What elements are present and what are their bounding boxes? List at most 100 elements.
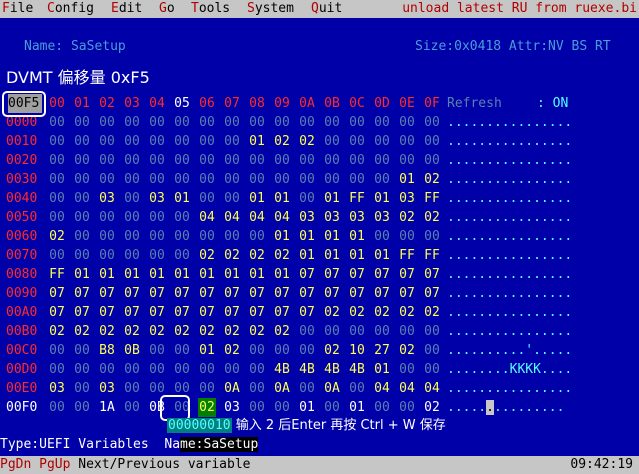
hex-byte[interactable]: 4B (348, 360, 366, 379)
hex-byte[interactable]: 00 (148, 246, 166, 265)
hex-byte[interactable]: B8 (98, 341, 116, 360)
hex-byte[interactable]: 00 (173, 151, 191, 170)
hex-byte[interactable]: 00 (323, 322, 341, 341)
hex-byte[interactable]: 02 (373, 303, 391, 322)
hex-byte[interactable]: 00 (348, 170, 366, 189)
hex-byte[interactable]: 07 (198, 284, 216, 303)
hex-byte[interactable]: 02 (273, 322, 291, 341)
hex-byte[interactable]: 00 (248, 398, 266, 417)
hex-byte[interactable]: 03 (223, 398, 241, 417)
menu-config[interactable]: Config (47, 0, 94, 18)
hex-byte[interactable]: 03 (323, 208, 341, 227)
hex-byte[interactable]: 00 (48, 341, 66, 360)
hex-byte[interactable]: 04 (223, 208, 241, 227)
hex-byte[interactable]: 01 (123, 265, 141, 284)
hex-byte[interactable]: 00 (123, 208, 141, 227)
hex-byte[interactable]: FF (398, 246, 416, 265)
hex-byte[interactable]: 00 (123, 170, 141, 189)
hex-byte[interactable]: 02 (398, 341, 416, 360)
hex-byte[interactable]: 01 (298, 227, 316, 246)
hex-byte[interactable]: 02 (73, 322, 91, 341)
hex-byte[interactable]: 00 (148, 113, 166, 132)
hex-byte[interactable]: 01 (173, 265, 191, 284)
hex-byte[interactable]: 00 (323, 151, 341, 170)
hex-byte[interactable]: 07 (223, 284, 241, 303)
hex-byte[interactable]: 01 (323, 189, 341, 208)
menu-quit[interactable]: Quit (311, 0, 342, 18)
hex-byte[interactable]: 07 (148, 303, 166, 322)
hex-byte[interactable]: 00 (123, 379, 141, 398)
hex-byte[interactable]: 00 (73, 379, 91, 398)
hex-byte[interactable]: 00 (373, 170, 391, 189)
hex-byte[interactable]: 00 (73, 170, 91, 189)
hex-byte[interactable]: 01 (348, 398, 366, 417)
hex-byte[interactable]: 01 (173, 189, 191, 208)
hex-byte[interactable]: 00 (223, 360, 241, 379)
hex-byte[interactable]: 00 (273, 170, 291, 189)
hex-byte[interactable]: 00 (73, 132, 91, 151)
hex-byte[interactable]: 01 (248, 265, 266, 284)
hex-byte[interactable]: 00 (298, 341, 316, 360)
hex-byte[interactable]: 00 (198, 360, 216, 379)
hex-byte[interactable]: 00 (248, 151, 266, 170)
hex-byte[interactable]: 00 (198, 189, 216, 208)
hex-byte[interactable]: 00 (173, 170, 191, 189)
hex-byte[interactable]: 00 (148, 208, 166, 227)
hex-byte[interactable]: 00 (73, 341, 91, 360)
hex-byte[interactable]: 01 (273, 265, 291, 284)
hex-byte[interactable]: 00 (198, 379, 216, 398)
hex-byte[interactable]: 01 (323, 246, 341, 265)
hex-byte[interactable]: 00 (398, 227, 416, 246)
hex-byte[interactable]: 00 (423, 151, 441, 170)
hex-byte[interactable]: 00 (123, 132, 141, 151)
hex-byte[interactable]: 07 (398, 284, 416, 303)
hex-byte[interactable]: 1A (98, 398, 116, 417)
hex-byte[interactable]: 00 (98, 132, 116, 151)
hex-byte[interactable]: 00 (248, 113, 266, 132)
hex-byte[interactable]: 0B (123, 341, 141, 360)
hex-byte[interactable]: 01 (98, 265, 116, 284)
hex-byte[interactable]: 00 (323, 170, 341, 189)
hex-byte[interactable]: 00 (123, 398, 141, 417)
hex-byte[interactable]: 07 (73, 303, 91, 322)
hex-byte[interactable]: 01 (398, 170, 416, 189)
hex-byte[interactable]: 07 (423, 265, 441, 284)
hex-byte[interactable]: 07 (298, 303, 316, 322)
menu-file[interactable]: File (2, 0, 33, 18)
hex-byte[interactable]: 00 (73, 360, 91, 379)
hex-byte[interactable]: 07 (348, 265, 366, 284)
page-keys[interactable]: PgDn PgUp (0, 457, 70, 472)
hex-byte[interactable]: 01 (348, 246, 366, 265)
hex-byte[interactable]: 00 (398, 132, 416, 151)
hex-byte[interactable]: 00 (423, 227, 441, 246)
hex-byte[interactable]: 00 (223, 113, 241, 132)
hex-byte[interactable]: 02 (423, 398, 441, 417)
hex-byte[interactable]: 00 (73, 246, 91, 265)
hex-byte[interactable]: 02 (248, 246, 266, 265)
hex-byte[interactable]: 02 (273, 132, 291, 151)
hex-byte[interactable]: 00 (348, 113, 366, 132)
hex-byte[interactable]: 00 (273, 398, 291, 417)
hex-byte[interactable]: 00 (373, 227, 391, 246)
hex-byte[interactable]: 04 (423, 379, 441, 398)
hex-byte[interactable]: FF (348, 189, 366, 208)
hex-byte[interactable]: 00 (298, 113, 316, 132)
hex-byte[interactable]: 01 (273, 227, 291, 246)
hex-byte[interactable]: 00 (373, 113, 391, 132)
hex-byte[interactable]: 07 (423, 284, 441, 303)
hex-byte[interactable]: 00 (148, 227, 166, 246)
hex-byte[interactable]: 01 (148, 265, 166, 284)
hex-byte[interactable]: 00 (48, 208, 66, 227)
hex-byte[interactable]: 01 (348, 227, 366, 246)
hex-byte[interactable]: 00 (173, 341, 191, 360)
hex-byte[interactable]: 02 (248, 322, 266, 341)
hex-byte[interactable]: 00 (348, 322, 366, 341)
hex-byte[interactable]: 07 (98, 303, 116, 322)
hex-byte[interactable]: 00 (98, 227, 116, 246)
hex-byte[interactable]: 02 (423, 303, 441, 322)
hex-byte[interactable]: 01 (198, 341, 216, 360)
selected-hex-byte[interactable]: 02 (198, 398, 216, 417)
hex-byte[interactable]: 01 (298, 246, 316, 265)
hex-byte[interactable]: 00 (373, 132, 391, 151)
hex-byte[interactable]: 00 (273, 113, 291, 132)
